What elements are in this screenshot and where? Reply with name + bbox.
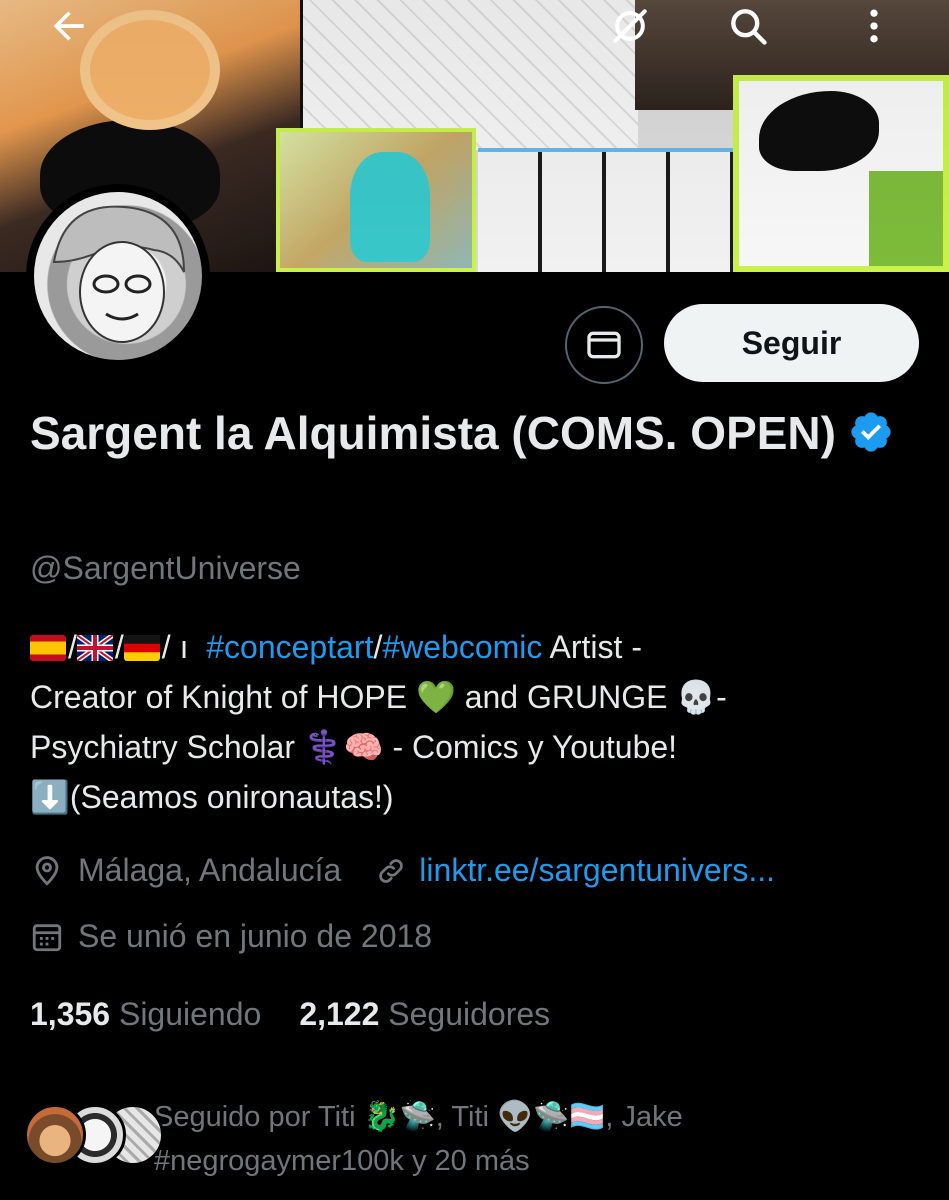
profile-bio: / / / ı #conceptart/#webcomic Artist - Cre… [30,629,727,816]
search-button[interactable] [726,4,770,48]
calendar-icon [32,923,62,951]
caduceus-emoji: ⚕️ [303,728,344,766]
profile-handle: @SargentUniverse [30,550,301,586]
profile-name-block: Sargent la Alquimista (COMS. OPEN) [30,402,910,464]
profile-meta-joined-row: Se unió en junio de 2018 [30,918,432,955]
display-name: Sargent la Alquimista (COMS. OPEN) [30,407,836,459]
followers-link[interactable]: 2,122 Seguidores [299,996,550,1032]
location-text: Málaga, Andalucía [78,852,342,888]
follow-stats: 1,356 Siguiendo 2,122 Seguidores [30,996,550,1033]
followed-by-preview[interactable]: Seguido por Titi 🐉🛸, Titi 👽🛸🏳️‍⚧️, Jake … [24,1094,924,1184]
message-button[interactable] [565,306,643,384]
following-link[interactable]: 1,356 Siguiendo [30,996,261,1032]
down-arrow-emoji: ⬇️ [30,778,70,816]
brain-emoji: 🧠 [343,728,384,766]
envelope-icon [587,331,621,359]
location-pin-icon [35,855,59,886]
germany-flag-icon [123,635,160,661]
joined-date: Se unió en junio de 2018 [78,918,433,954]
follow-button[interactable]: Seguir [664,304,919,382]
follower-avatar [24,1104,86,1166]
more-vertical-icon [870,9,878,43]
grok-icon [613,9,647,43]
grok-button[interactable] [608,4,652,48]
hashtag-link[interactable]: #conceptart [206,629,373,665]
website-link[interactable]: linktr.ee/sargentunivers... [419,852,775,889]
arrow-left-icon [53,11,84,41]
link-icon [379,858,404,883]
avatar[interactable] [26,184,210,368]
back-button[interactable] [47,4,91,48]
spain-flag-icon [30,635,66,661]
verified-badge-icon[interactable] [848,409,894,455]
uk-flag-icon [76,635,113,661]
green-heart-emoji: 💚 [415,678,456,716]
avatar-image [34,192,202,360]
hashtag-link[interactable]: #webcomic [382,629,542,665]
profile-meta-location-row: Málaga, Andalucía linktr.ee/sargentunive… [30,852,775,889]
followed-by-text: Seguido por Titi 🐉🛸, Titi 👽🛸🏳️‍⚧️, Jake … [154,1099,683,1177]
search-icon [731,9,767,45]
more-options-button[interactable] [852,4,896,48]
skull-emoji: 💀 [676,678,717,716]
